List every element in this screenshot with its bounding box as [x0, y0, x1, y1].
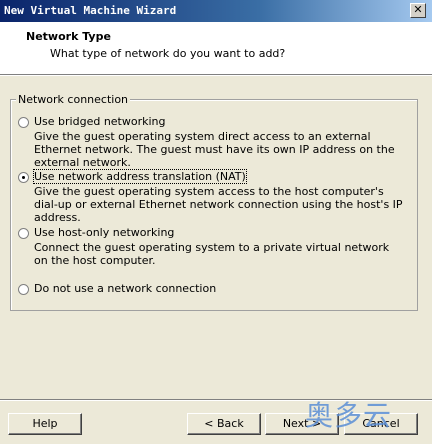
option-label[interactable]: Use bridged networking — [34, 115, 166, 128]
watermark: 奥多云 — [305, 399, 393, 432]
page-title: Network Type — [26, 30, 111, 43]
radio-no-network[interactable] — [18, 284, 29, 295]
option-description: Give the guest operating system access t… — [34, 185, 403, 224]
close-button[interactable]: ✕ — [410, 3, 426, 18]
close-icon: ✕ — [413, 3, 423, 16]
help-button[interactable]: Help — [8, 413, 82, 435]
group-label: Network connection — [16, 93, 131, 106]
option-label[interactable]: Do not use a network connection — [34, 282, 216, 295]
option-label[interactable]: Use host-only networking — [34, 226, 174, 239]
wizard-header: Network Type What type of network do you… — [0, 22, 432, 75]
radio-nat[interactable] — [18, 172, 29, 183]
back-button[interactable]: < Back — [187, 413, 261, 435]
option-description: Connect the guest operating system to a … — [34, 241, 390, 267]
option-description: Give the guest operating system direct a… — [34, 130, 395, 169]
window-title: New Virtual Machine Wizard — [4, 4, 177, 17]
option-label[interactable]: Use network address translation (NAT) — [33, 169, 247, 184]
page-subtitle: What type of network do you want to add? — [50, 47, 286, 60]
title-bar: New Virtual Machine Wizard ✕ — [0, 0, 432, 22]
radio-host-only[interactable] — [18, 228, 29, 239]
header-divider — [0, 75, 432, 76]
radio-bridged[interactable] — [18, 117, 29, 128]
